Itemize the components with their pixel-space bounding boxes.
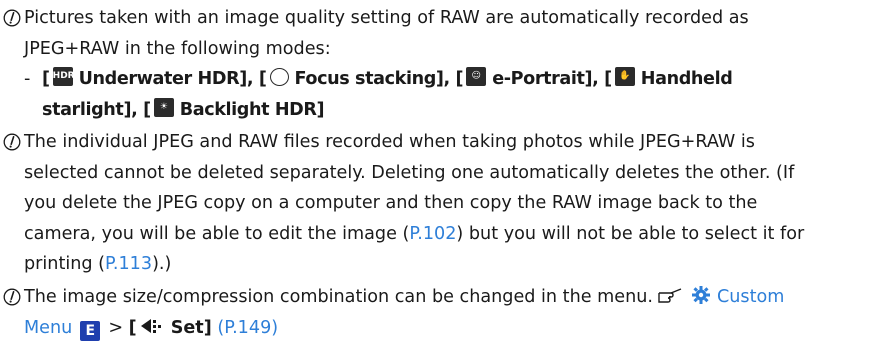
list-dash: - <box>24 69 31 89</box>
page-link-p113[interactable]: P.113 <box>105 254 152 274</box>
separator: ], [ <box>123 99 151 120</box>
bracket: [ <box>128 317 137 338</box>
text: ) but you will not be able to select it … <box>456 223 805 244</box>
set-label: Set] <box>170 317 212 338</box>
note-image-size-menu: The image size/compression combination c… <box>3 282 865 343</box>
note-line: Menu E > [ Set] (P.149) <box>3 313 865 344</box>
pointing-hand-icon <box>658 288 682 303</box>
caution-icon <box>3 133 21 151</box>
mode-list: - [HDR Underwater HDR], [Focus stacking],… <box>24 64 866 125</box>
bracket: ] <box>316 99 325 120</box>
image-quality-set-icon <box>140 318 161 333</box>
note-line: you delete the JPEG copy on a computer a… <box>24 193 758 213</box>
note-line: The image size/compression combination c… <box>3 282 865 313</box>
focus-stacking-icon <box>269 68 289 86</box>
note-line: The individual JPEG and RAW files record… <box>24 132 755 152</box>
mode-handheld: Handheld <box>640 69 733 89</box>
backlight-hdr-icon: ☀ <box>153 97 174 117</box>
separator: ], [ <box>239 69 267 89</box>
page-link-p149[interactable]: (P.149) <box>217 318 278 338</box>
menu-e-badge: E <box>80 320 101 341</box>
arrow-separator: > <box>108 317 124 338</box>
note-raw-auto-recorded: Pictures taken with an image quality set… <box>3 3 865 64</box>
separator: ], [ <box>435 69 464 89</box>
mode-list-line-2: starlight], [☀ Backlight HDR] <box>24 95 866 126</box>
custom-menu-link[interactable]: Menu <box>24 318 72 338</box>
note-line: printing (P.113).) <box>3 249 865 280</box>
custom-menu-link[interactable]: Custom <box>717 287 784 307</box>
caution-icon <box>3 288 21 306</box>
mode-e-portrait: e-Portrait <box>492 69 585 89</box>
handheld-starlight-icon: ✋ <box>614 67 635 86</box>
note-line: selected cannot be deleted separately. D… <box>24 162 795 183</box>
separator: ], [ <box>584 69 613 89</box>
e-portrait-icon: ☺ <box>466 67 487 86</box>
bracket: [ <box>42 69 50 89</box>
note-line: Pictures taken with an image quality set… <box>24 8 749 28</box>
gear-icon <box>692 286 710 304</box>
text: camera, you will be able to edit the ima… <box>24 223 410 244</box>
note-jpeg-raw-delete: The individual JPEG and RAW files record… <box>3 127 865 280</box>
page-link-p102[interactable]: P.102 <box>409 224 456 244</box>
mode-backlight-hdr: Backlight HDR <box>179 99 317 120</box>
note-line: camera, you will be able to edit the ima… <box>3 219 865 250</box>
mode-underwater-hdr: Underwater HDR <box>78 69 240 89</box>
mode-starlight: starlight <box>42 99 124 120</box>
note-line: JPEG+RAW in the following modes: <box>24 38 331 59</box>
text: printing ( <box>24 254 106 274</box>
mode-list-line-1: [HDR Underwater HDR], [Focus stacking], [… <box>24 64 866 95</box>
text: The image size/compression combination c… <box>24 287 653 307</box>
caution-icon <box>3 9 21 27</box>
mode-focus-stacking: Focus stacking <box>294 69 437 89</box>
underwater-hdr-icon: HDR <box>52 67 75 86</box>
text: ).) <box>152 254 172 274</box>
